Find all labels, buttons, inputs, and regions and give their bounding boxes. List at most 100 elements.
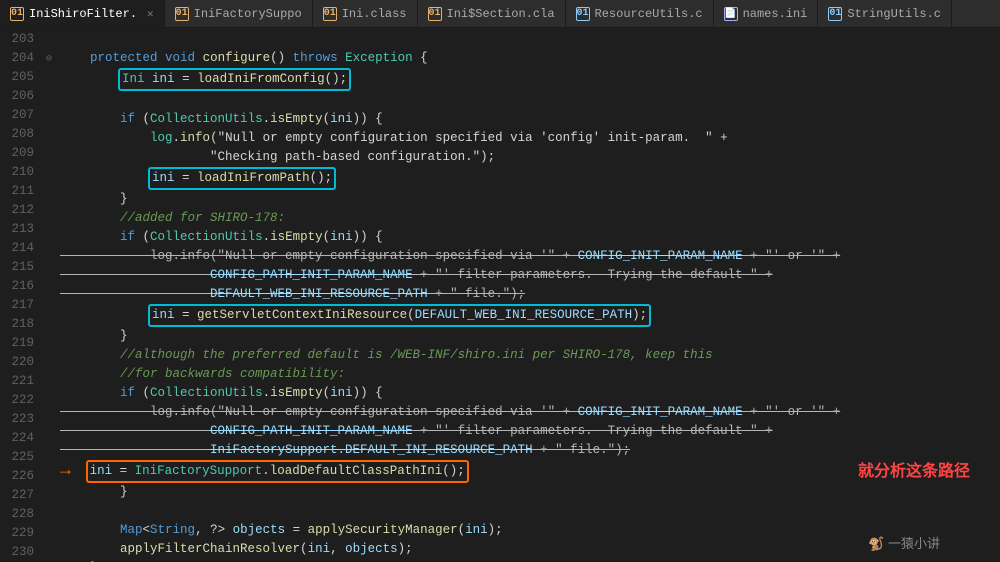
line-number: 218 xyxy=(0,315,34,334)
line-number: 219 xyxy=(0,334,34,353)
line-number: 228 xyxy=(0,505,34,524)
code-line: ini = loadIniFromPath(); xyxy=(56,167,1000,190)
code-line: Map<String, ?> objects = applySecurityMa… xyxy=(56,521,1000,540)
code-line: //added for SHIRO-178: xyxy=(56,209,1000,228)
code-content: log.info("Null or empty configuration sp… xyxy=(60,247,840,266)
fold-button xyxy=(42,125,56,144)
line-number: 229 xyxy=(0,524,34,543)
tab-tab-names[interactable]: 📄names.ini xyxy=(714,0,819,27)
highlighted-code-cyan: Ini ini = loadIniFromConfig(); xyxy=(118,68,351,91)
code-line: CONFIG_PATH_INIT_PARAM_NAME + "' filter … xyxy=(56,266,1000,285)
line-number: 217 xyxy=(0,296,34,315)
tab-tab-inishiro[interactable]: 01IniShiroFilter.✕ xyxy=(0,0,165,27)
fold-button[interactable]: ⊖ xyxy=(42,49,56,68)
fold-button xyxy=(42,277,56,296)
line-number: 216 xyxy=(0,277,34,296)
tab-icon: 01 xyxy=(428,7,442,21)
highlighted-code-cyan: ini = getServletContextIniResource(DEFAU… xyxy=(148,304,651,327)
code-line: } xyxy=(56,327,1000,346)
fold-button xyxy=(42,315,56,334)
code-line: //for backwards compatibility: xyxy=(56,365,1000,384)
code-line: if (CollectionUtils.isEmpty(ini)) { xyxy=(56,228,1000,247)
fold-indicator: ⊖ xyxy=(42,28,56,562)
code-line: log.info("Null or empty configuration sp… xyxy=(56,403,1000,422)
code-line: log.info("Null or empty configuration sp… xyxy=(56,129,1000,148)
arrow-icon: → xyxy=(60,462,82,481)
code-line: ini = getServletContextIniResource(DEFAU… xyxy=(56,304,1000,327)
fold-button xyxy=(42,543,56,562)
code-line: //although the preferred default is /WEB… xyxy=(56,346,1000,365)
fold-button xyxy=(42,353,56,372)
code-line: CONFIG_PATH_INIT_PARAM_NAME + "' filter … xyxy=(56,422,1000,441)
code-line xyxy=(56,30,1000,49)
tab-tab-inisection[interactable]: 01 Ini$Section.cla xyxy=(418,0,566,27)
code-content: log.info("Null or empty configuration sp… xyxy=(60,129,728,148)
fold-button xyxy=(42,467,56,486)
line-number: 230 xyxy=(0,543,34,562)
fold-button xyxy=(42,429,56,448)
line-number: 206 xyxy=(0,87,34,106)
line-number: 208 xyxy=(0,125,34,144)
chinese-annotation: 就分析这条路径 xyxy=(858,462,970,481)
line-number: 209 xyxy=(0,144,34,163)
code-content: IniFactorySupport.DEFAULT_INI_RESOURCE_P… xyxy=(60,441,630,460)
line-number: 207 xyxy=(0,106,34,125)
fold-button xyxy=(42,220,56,239)
code-content: DEFAULT_WEB_INI_RESOURCE_PATH + " file."… xyxy=(60,285,525,304)
code-content: //added for SHIRO-178: xyxy=(60,209,285,228)
tab-icon: 01 xyxy=(175,7,189,21)
code-content: CONFIG_PATH_INIT_PARAM_NAME + "' filter … xyxy=(60,266,773,285)
fold-button xyxy=(42,87,56,106)
code-content: "Checking path-based configuration."); xyxy=(60,148,495,167)
line-number: 220 xyxy=(0,353,34,372)
fold-button xyxy=(42,505,56,524)
code-content: if (CollectionUtils.isEmpty(ini)) { xyxy=(60,384,383,403)
code-line: if (CollectionUtils.isEmpty(ini)) { xyxy=(56,110,1000,129)
tab-icon: 01 xyxy=(828,7,842,21)
tab-bar: 01IniShiroFilter.✕01IniFactorySuppo01Ini… xyxy=(0,0,1000,28)
code-content: if (CollectionUtils.isEmpty(ini)) { xyxy=(60,228,383,247)
tab-icon: 01 xyxy=(10,7,24,21)
code-line: IniFactorySupport.DEFAULT_INI_RESOURCE_P… xyxy=(56,441,1000,460)
line-number: 210 xyxy=(0,163,34,182)
line-number: 222 xyxy=(0,391,34,410)
highlighted-code-orange: ini = IniFactorySupport.loadDefaultClass… xyxy=(86,460,469,483)
fold-button xyxy=(42,68,56,87)
line-number: 205 xyxy=(0,68,34,87)
fold-button xyxy=(42,391,56,410)
code-line: DEFAULT_WEB_INI_RESOURCE_PATH + " file."… xyxy=(56,285,1000,304)
watermark: 🐒 一猿小讲 xyxy=(868,533,940,552)
line-number: 223 xyxy=(0,410,34,429)
code-line: } xyxy=(56,190,1000,209)
tab-label: ResourceUtils.c xyxy=(595,7,703,21)
fold-button xyxy=(42,372,56,391)
fold-button xyxy=(42,448,56,467)
fold-button xyxy=(42,296,56,315)
tab-label: Ini.class xyxy=(342,7,407,21)
fold-button xyxy=(42,524,56,543)
fold-button xyxy=(42,201,56,220)
line-numbers: 2032042052062072082092102112122132142152… xyxy=(0,28,42,562)
tab-label: Ini$Section.cla xyxy=(447,7,555,21)
code-line: "Checking path-based configuration."); xyxy=(56,148,1000,167)
code-content: protected void configure() throws Except… xyxy=(60,49,428,68)
code-line xyxy=(56,91,1000,110)
line-number: 227 xyxy=(0,486,34,505)
line-number: 204 xyxy=(0,49,34,68)
tab-tab-resourceutils[interactable]: 01ResourceUtils.c xyxy=(566,0,714,27)
code-content: log.info("Null or empty configuration sp… xyxy=(60,403,840,422)
line-number: 225 xyxy=(0,448,34,467)
fold-button xyxy=(42,144,56,163)
tab-close-button[interactable]: ✕ xyxy=(147,7,154,21)
line-number: 203 xyxy=(0,30,34,49)
tab-tab-iniclass[interactable]: 01Ini.class xyxy=(313,0,418,27)
code-line: if (CollectionUtils.isEmpty(ini)) { xyxy=(56,384,1000,403)
fold-button xyxy=(42,239,56,258)
fold-button xyxy=(42,258,56,277)
tab-tab-stringutils[interactable]: 01StringUtils.c xyxy=(818,0,952,27)
code-line: log.info("Null or empty configuration sp… xyxy=(56,247,1000,266)
code-content: } xyxy=(60,327,128,346)
code-line: protected void configure() throws Except… xyxy=(56,49,1000,68)
code-lines: protected void configure() throws Except… xyxy=(56,28,1000,562)
tab-tab-inifactory[interactable]: 01IniFactorySuppo xyxy=(165,0,313,27)
